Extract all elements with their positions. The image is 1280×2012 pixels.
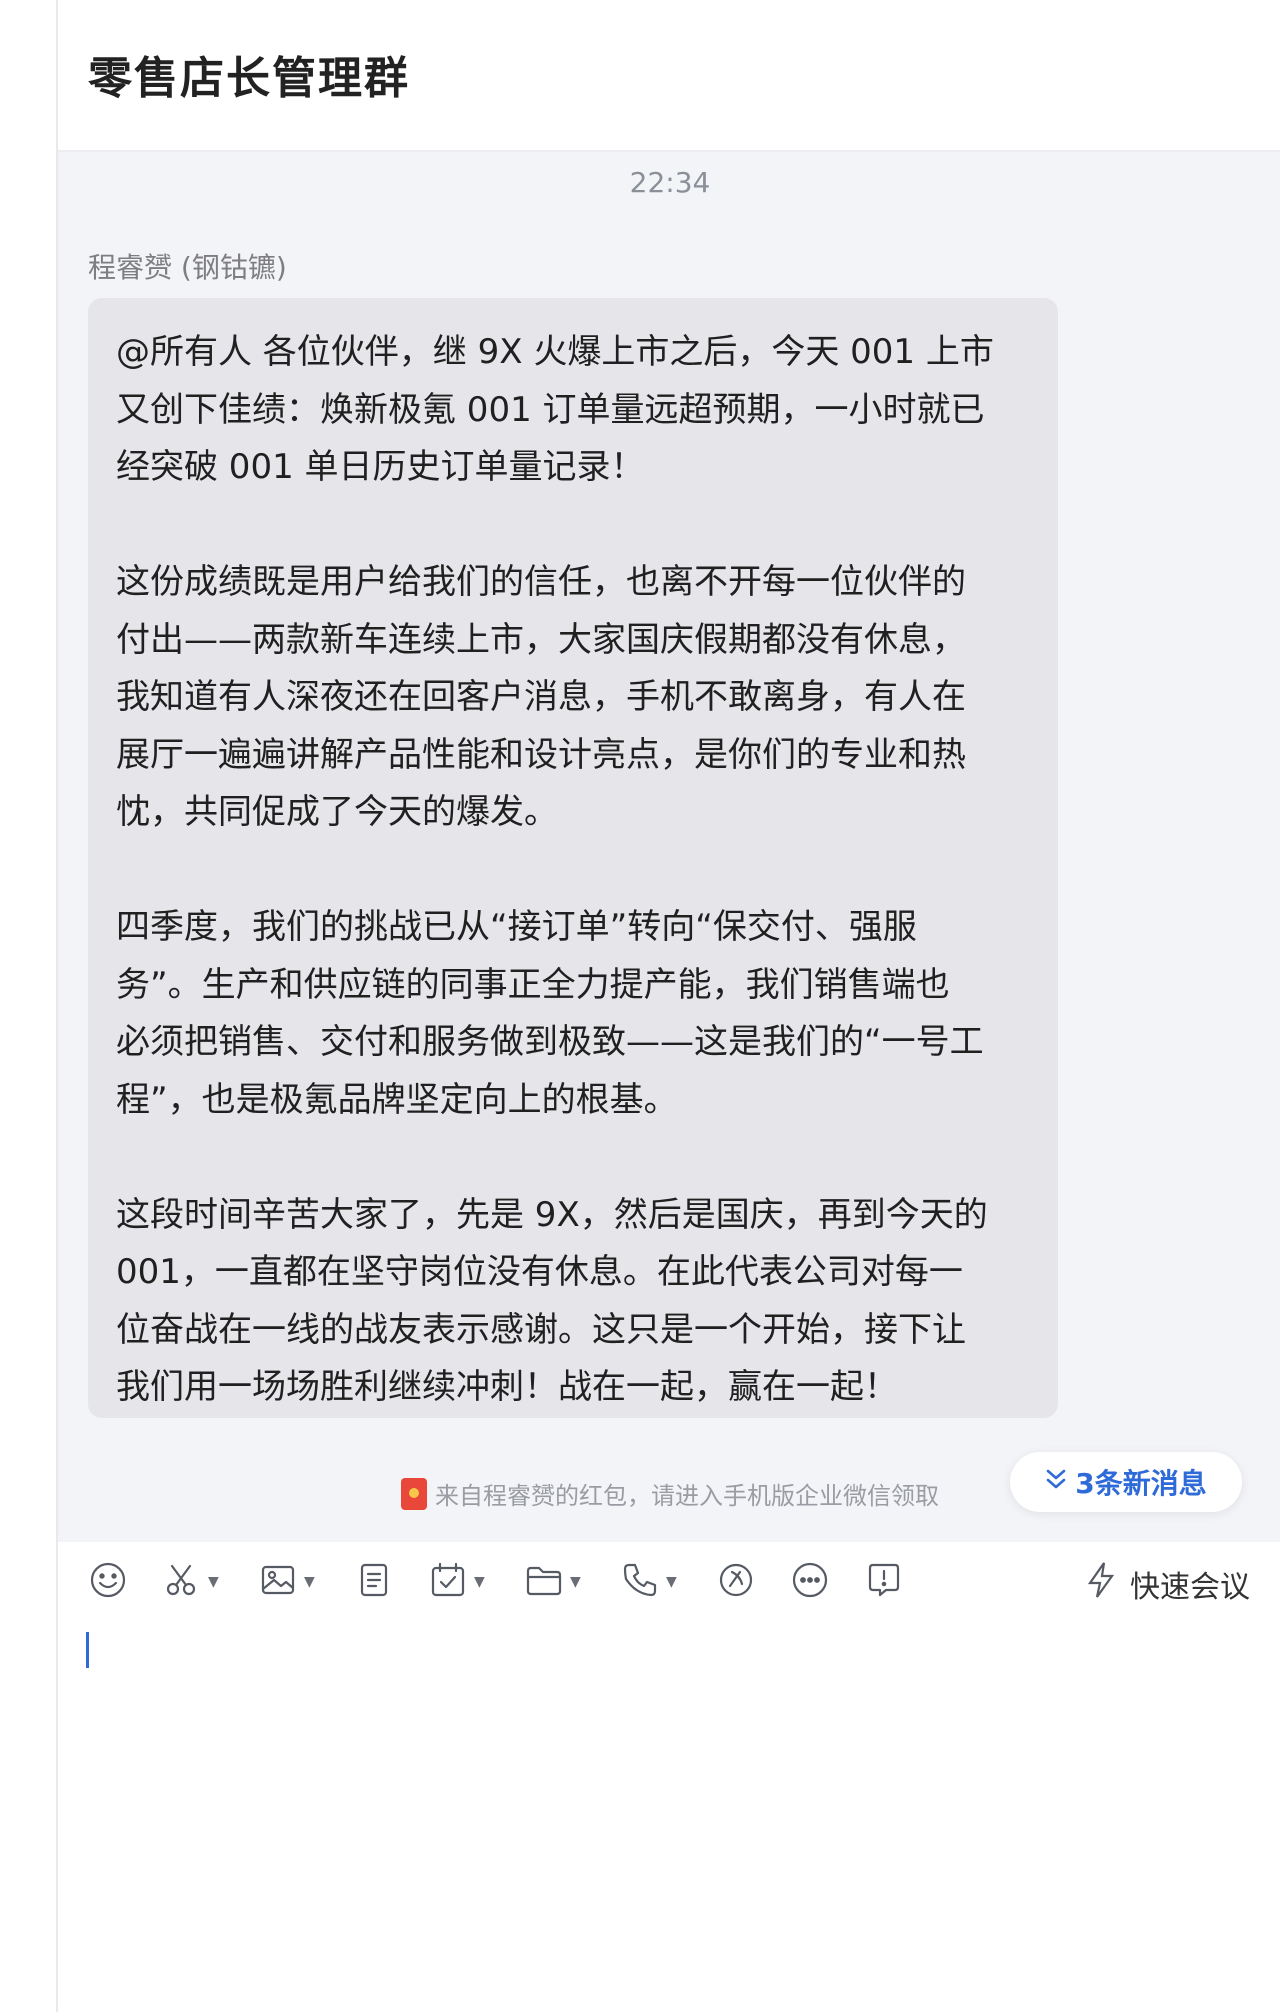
red-packet-icon xyxy=(401,1477,427,1510)
red-packet-text: 来自程睿赟的红包，请进入手机版企业微信领取 xyxy=(435,1482,939,1510)
caret-down-icon: ▼ xyxy=(474,1574,485,1590)
double-chevron-down-icon xyxy=(1045,1467,1067,1497)
message-input[interactable] xyxy=(58,1622,1280,2012)
chat-record-button[interactable] xyxy=(864,1558,904,1606)
message-paragraph: @所有人 各位伙伴，继 9X 火爆上市之后，今天 001 上市 又创下佳绩：焕新… xyxy=(116,332,994,487)
call-button[interactable]: ▼ xyxy=(620,1558,677,1606)
group-title: 零售店长管理群 xyxy=(88,53,410,104)
quick-meeting-label: 快速会议 xyxy=(1130,1570,1250,1605)
screenshot-button[interactable]: ▼ xyxy=(162,1558,219,1606)
emoji-icon xyxy=(88,1560,128,1604)
message-list[interactable]: 22:34 程睿赟 (钢钴镳) @所有人 各位伙伴，继 9X 火爆上市之后，今天… xyxy=(58,152,1280,1542)
folder-icon xyxy=(524,1560,564,1604)
more-button[interactable] xyxy=(790,1558,830,1606)
chat-header: 零售店长管理群 xyxy=(58,0,1280,152)
chat-record-icon xyxy=(864,1560,904,1604)
image-button[interactable]: ▼ xyxy=(258,1558,315,1606)
message-paragraph: 这段时间辛苦大家了，先是 9X，然后是国庆，再到今天的 001，一直都在坚守岗位… xyxy=(116,1194,988,1408)
sender-name[interactable]: 程睿赟 (钢钴镳) xyxy=(88,246,287,286)
caret-down-icon: ▼ xyxy=(570,1574,581,1590)
video-icon xyxy=(716,1560,756,1604)
file-button[interactable]: ▼ xyxy=(524,1558,581,1606)
input-toolbar: ▼ ▼ ▼ ▼ ▼ 快速会议 xyxy=(58,1542,1280,1622)
schedule-button[interactable]: ▼ xyxy=(428,1558,485,1606)
new-messages-label: 3条新消息 xyxy=(1075,1467,1207,1500)
message-bubble[interactable]: @所有人 各位伙伴，继 9X 火爆上市之后，今天 001 上市 又创下佳绩：焕新… xyxy=(88,298,1058,1418)
scissors-icon xyxy=(162,1560,202,1604)
text-cursor xyxy=(86,1632,89,1668)
emoji-button[interactable] xyxy=(88,1558,128,1606)
lightning-icon xyxy=(1084,1560,1130,1608)
more-icon xyxy=(790,1560,830,1604)
document-button[interactable] xyxy=(354,1558,394,1606)
phone-icon xyxy=(620,1560,660,1604)
message-timestamp: 22:34 xyxy=(629,166,711,199)
chat-window: 零售店长管理群 22:34 程睿赟 (钢钴镳) @所有人 各位伙伴，继 9X 火… xyxy=(56,0,1280,2012)
image-icon xyxy=(258,1560,298,1604)
quick-meeting-button[interactable]: 快速会议 xyxy=(1084,1560,1250,1608)
message-paragraph: 四季度，我们的挑战已从“接订单”转向“保交付、强服 务”。生产和供应链的同事正全… xyxy=(116,907,984,1120)
caret-down-icon: ▼ xyxy=(304,1574,315,1590)
calendar-icon xyxy=(428,1560,468,1604)
caret-down-icon: ▼ xyxy=(208,1574,219,1590)
meeting-button[interactable] xyxy=(716,1558,756,1606)
document-icon xyxy=(354,1560,394,1604)
new-messages-button[interactable]: 3条新消息 xyxy=(1010,1452,1242,1512)
message-paragraph: 这份成绩既是用户给我们的信任，也离不开每一位伙伴的 付出——两款新车连续上市，大… xyxy=(116,562,966,832)
caret-down-icon: ▼ xyxy=(666,1574,677,1590)
